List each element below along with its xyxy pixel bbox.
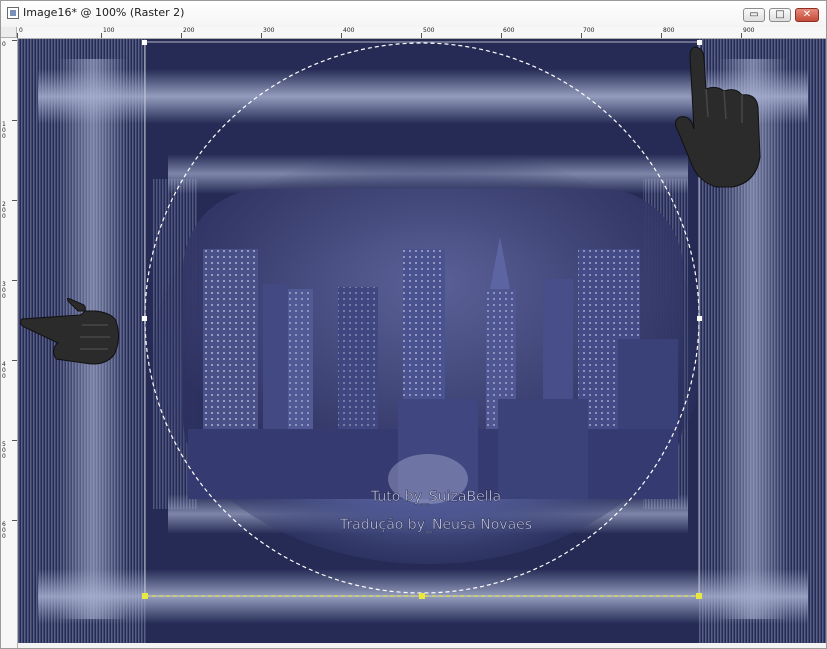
ruler-label: 200 bbox=[183, 27, 195, 34]
ruler-label: 100 bbox=[103, 27, 115, 34]
resize-handle[interactable] bbox=[697, 40, 702, 45]
ruler-tick: 400 bbox=[341, 27, 354, 38]
vertical-ruler[interactable]: 0 100 200 300 400 500 600 bbox=[1, 38, 18, 648]
ruler-label: 300 bbox=[2, 281, 6, 300]
ruler-tick: 600 bbox=[1, 520, 17, 540]
ruler-tick: 0 bbox=[17, 27, 23, 38]
ruler-label: 400 bbox=[343, 27, 355, 34]
canvas-artwork: Tuto by_SuizaBella Tradução by_Neusa Nov… bbox=[18, 39, 826, 643]
ruler-label: 400 bbox=[2, 361, 6, 380]
ruler-label: 300 bbox=[263, 27, 275, 34]
ruler-label: 700 bbox=[583, 27, 595, 34]
ruler-tick: 100 bbox=[101, 27, 114, 38]
ruler-tick: 700 bbox=[581, 27, 594, 38]
resize-handle[interactable] bbox=[142, 593, 148, 599]
ruler-tick: 200 bbox=[181, 27, 194, 38]
title-bar[interactable]: Image16* @ 100% (Raster 2) ▭ □ ✕ bbox=[1, 1, 826, 27]
close-button[interactable]: ✕ bbox=[795, 8, 819, 22]
image-window: Image16* @ 100% (Raster 2) ▭ □ ✕ 0 100 2… bbox=[0, 0, 827, 649]
ruler-tick: 600 bbox=[501, 27, 514, 38]
ruler-tick: 200 bbox=[1, 200, 17, 220]
ruler-tick: 300 bbox=[1, 280, 17, 300]
image-document-icon bbox=[7, 7, 19, 19]
watermark-line-1: Tuto by_SuizaBella bbox=[370, 489, 501, 505]
ruler-label: 500 bbox=[423, 27, 435, 34]
ruler-tick: 500 bbox=[1, 440, 17, 460]
watermark-line-2: Tradução by_Neusa Novaes bbox=[339, 517, 532, 533]
ruler-label: 900 bbox=[743, 27, 755, 34]
ruler-corner bbox=[1, 27, 17, 38]
resize-handle[interactable] bbox=[419, 593, 425, 599]
ruler-label: 600 bbox=[2, 521, 6, 540]
ruler-tick: 100 bbox=[1, 120, 17, 140]
ruler-tick: 800 bbox=[661, 27, 674, 38]
maximize-button[interactable]: □ bbox=[769, 8, 791, 22]
ruler-tick: 400 bbox=[1, 360, 17, 380]
ruler-tick: 500 bbox=[421, 27, 434, 38]
ruler-label: 0 bbox=[2, 41, 6, 48]
ruler-label: 100 bbox=[2, 121, 6, 140]
window-title: Image16* @ 100% (Raster 2) bbox=[23, 6, 185, 19]
ruler-tick: 0 bbox=[1, 40, 17, 48]
ruler-label: 200 bbox=[2, 201, 6, 220]
image-canvas[interactable]: Tuto by_SuizaBella Tradução by_Neusa Nov… bbox=[18, 39, 826, 643]
horizontal-ruler[interactable]: 0 100 200 300 400 500 600 700 800 900 bbox=[17, 27, 826, 39]
ruler-label: 0 bbox=[19, 27, 23, 34]
resize-handle[interactable] bbox=[142, 316, 147, 321]
ruler-tick: 300 bbox=[261, 27, 274, 38]
resize-handle[interactable] bbox=[142, 40, 147, 45]
ruler-label: 500 bbox=[2, 441, 6, 460]
resize-handle[interactable] bbox=[696, 593, 702, 599]
resize-handle[interactable] bbox=[697, 316, 702, 321]
ruler-tick: 900 bbox=[741, 27, 754, 38]
minimize-button[interactable]: ▭ bbox=[743, 8, 765, 22]
ruler-label: 600 bbox=[503, 27, 515, 34]
ruler-label: 800 bbox=[663, 27, 675, 34]
